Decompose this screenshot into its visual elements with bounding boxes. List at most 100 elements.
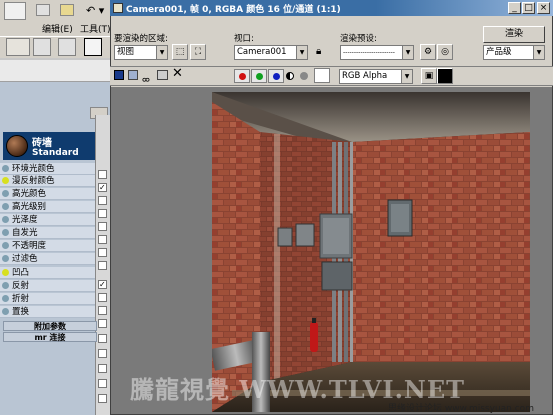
map-status-icon (2, 229, 9, 236)
alpha-toggle-icon[interactable] (286, 72, 294, 80)
material-map-label: 自发光 (12, 228, 38, 238)
select-link-icon[interactable] (33, 38, 51, 56)
material-map-row[interactable]: 漫反射颜色 (0, 175, 97, 187)
background-color-swatch[interactable] (314, 68, 330, 83)
map-checkbox[interactable] (98, 196, 107, 205)
material-map-label: 折射 (12, 294, 30, 304)
display-channel-icon[interactable]: ▣ (421, 68, 437, 84)
preset-label: 渲染预设: (340, 34, 377, 44)
map-status-icon (2, 242, 9, 249)
material-preview-sphere[interactable] (6, 135, 28, 157)
material-name: 砖墙 (32, 138, 52, 149)
material-map-label: 不透明度 (12, 241, 47, 251)
map-status-icon (2, 216, 9, 223)
preset-dropdown[interactable]: ------------------------ ▼ (340, 45, 414, 60)
minimize-button[interactable]: _ (508, 2, 521, 14)
material-map-row[interactable]: 反射 (0, 280, 97, 292)
clone-icon[interactable]: ᢁ (142, 69, 150, 87)
map-checkbox[interactable] (98, 235, 107, 244)
green-channel-toggle[interactable] (251, 69, 267, 83)
map-checkbox[interactable] (98, 349, 107, 358)
mr-connect-rollout[interactable]: mr 连接 (3, 332, 97, 342)
map-status-icon (2, 203, 9, 210)
render-button[interactable]: 渲染 (483, 26, 545, 43)
map-checkbox[interactable] (98, 394, 107, 403)
map-status-icon (2, 269, 9, 276)
undo-icon[interactable]: ↶ ▾ (86, 4, 104, 17)
material-map-label: 环境光颜色 (12, 164, 55, 174)
maximize-button[interactable]: □ (522, 2, 535, 14)
auto-region-icon[interactable]: ⛶ (190, 44, 206, 60)
corner-watermark: 思缘设计论坛 www.missyuan.com (388, 404, 534, 414)
map-checkbox[interactable] (98, 306, 107, 315)
material-map-label: 漫反射颜色 (12, 176, 55, 186)
material-map-row[interactable]: 环境光颜色 (0, 163, 97, 175)
render-setup-icon[interactable]: ⚙ (420, 44, 436, 60)
new-file-icon[interactable] (36, 4, 50, 16)
product-level-value: 产品级 (486, 47, 512, 57)
material-type[interactable]: Standard (32, 148, 79, 158)
channel-dropdown[interactable]: RGB Alpha ▼ (339, 69, 413, 84)
map-checkbox[interactable] (98, 261, 107, 270)
viewport-dropdown[interactable]: Camera001 ▼ (234, 45, 308, 60)
region-label: 要渲染的区域: (114, 34, 168, 44)
move-icon[interactable] (58, 38, 76, 56)
material-map-row[interactable]: 过滤色 (0, 253, 97, 265)
window-title: Camera001, 帧 0, RGBA 颜色 16 位/通道 (1:1) (126, 5, 341, 15)
map-status-icon (2, 190, 9, 197)
material-map-label: 置换 (12, 307, 30, 317)
app-logo-button[interactable] (4, 2, 26, 20)
material-map-label: 反射 (12, 281, 30, 291)
material-map-label: 凹凸 (12, 268, 30, 278)
selection-filter-dropdown[interactable] (6, 38, 30, 56)
material-map-label: 高光颜色 (12, 189, 47, 199)
material-map-row[interactable]: 凹凸 (0, 267, 97, 279)
material-map-row[interactable]: 光泽度 (0, 214, 97, 226)
blue-channel-toggle[interactable] (268, 69, 284, 83)
map-checkbox[interactable] (98, 364, 107, 373)
map-checkbox[interactable] (98, 293, 107, 302)
edit-region-icon[interactable]: ⬚ (172, 44, 188, 60)
region-dropdown-value: 视图 (117, 47, 135, 57)
menu-edit[interactable]: 编辑(E) (42, 22, 73, 35)
map-checkbox[interactable]: ✓ (98, 183, 107, 192)
extra-params-rollout[interactable]: 附加参数 (3, 321, 97, 331)
copy-icon[interactable] (128, 70, 138, 80)
material-map-row[interactable]: 高光颜色 (0, 188, 97, 200)
map-checkbox[interactable] (98, 334, 107, 343)
map-checkbox[interactable] (98, 209, 107, 218)
print-icon[interactable] (157, 70, 168, 80)
map-checkbox[interactable] (98, 170, 107, 179)
material-map-row[interactable]: 不透明度 (0, 240, 97, 252)
material-map-row[interactable]: 自发光 (0, 227, 97, 239)
map-status-icon (2, 308, 9, 315)
map-status-icon (2, 282, 9, 289)
map-checkbox[interactable] (98, 248, 107, 257)
alpha-channel-icon[interactable] (437, 68, 453, 84)
monochrome-icon[interactable] (300, 72, 308, 80)
environment-icon[interactable]: ◎ (437, 44, 453, 60)
region-dropdown[interactable]: 视图 ▼ (114, 45, 168, 60)
material-map-label: 过滤色 (12, 254, 38, 264)
map-checkbox[interactable]: ✓ (98, 280, 107, 289)
open-file-icon[interactable] (60, 4, 74, 16)
material-map-row[interactable]: 折射 (0, 293, 97, 305)
menu-tools[interactable]: 工具(T) (80, 22, 111, 35)
map-checkbox[interactable] (98, 319, 107, 328)
material-map-label: 高光级别 (12, 202, 47, 212)
rotate-icon[interactable] (84, 38, 102, 56)
save-icon[interactable] (114, 70, 124, 80)
close-button[interactable]: × (537, 2, 550, 14)
red-channel-toggle[interactable] (234, 69, 250, 83)
map-status-icon (2, 255, 9, 262)
map-checkbox[interactable] (98, 222, 107, 231)
clear-icon[interactable]: ✕ (172, 66, 183, 81)
lock-icon[interactable]: 🔒︎ (316, 46, 328, 58)
map-checkbox[interactable] (98, 379, 107, 388)
material-map-row[interactable]: 置换 (0, 306, 97, 318)
ribbon-separator (0, 60, 110, 82)
map-status-icon (2, 177, 9, 184)
chevron-down-icon: ▼ (156, 46, 167, 59)
product-level-dropdown[interactable]: 产品级 ▼ (483, 45, 545, 60)
material-map-row[interactable]: 高光级别 (0, 201, 97, 213)
